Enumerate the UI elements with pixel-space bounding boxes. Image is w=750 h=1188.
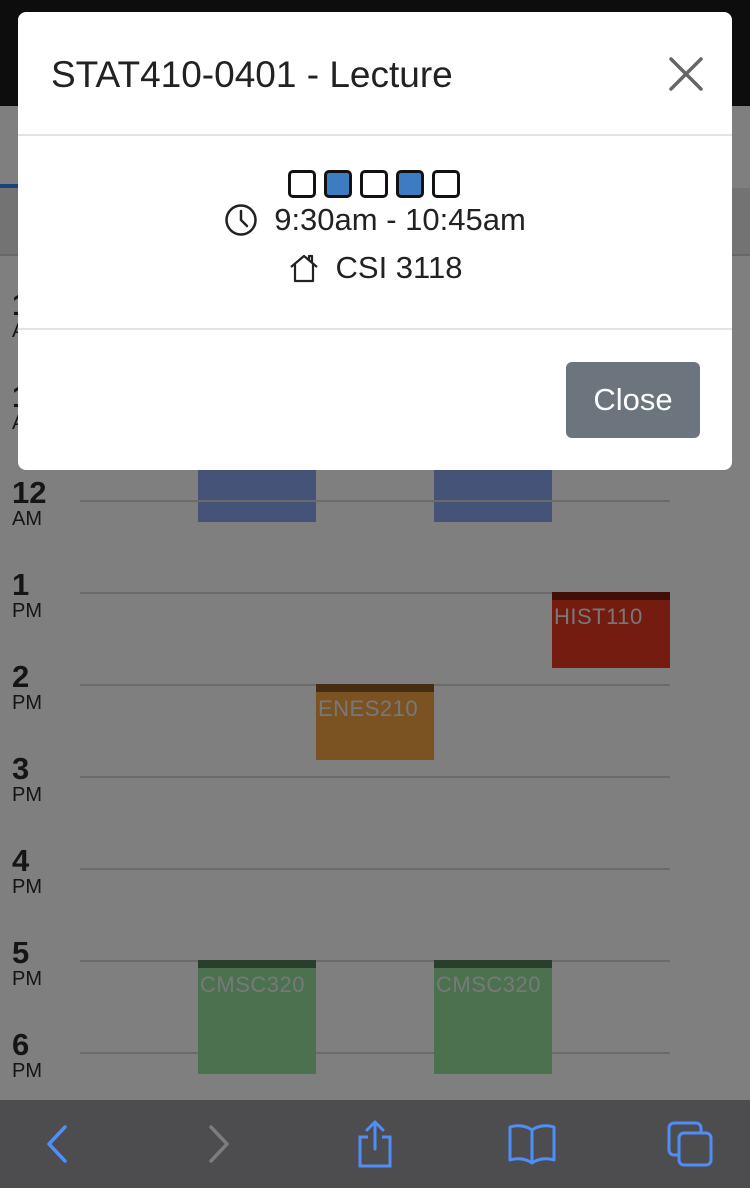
close-button[interactable]: Close [566,362,700,438]
day-indicator [324,170,352,198]
day-indicator [432,170,460,198]
modal-title: STAT410-0401 - Lecture [51,54,453,95]
modal-header: STAT410-0401 - Lecture [18,12,732,136]
meeting-location: CSI 3118 [335,250,463,285]
close-icon[interactable] [668,56,704,92]
day-indicator [288,170,316,198]
tabs-icon[interactable] [664,1118,716,1170]
house-icon [288,252,320,284]
browser-toolbar [0,1100,750,1188]
course-detail-modal: STAT410-0401 - Lecture 9:30am - 10:45am … [18,12,732,470]
modal-footer: Close [18,330,732,468]
modal-body: 9:30am - 10:45am CSI 3118 [18,136,732,330]
meeting-time: 9:30am - 10:45am [274,202,526,237]
forward-icon[interactable] [192,1118,244,1170]
back-icon[interactable] [32,1118,84,1170]
location-row: CSI 3118 [18,250,732,286]
time-row: 9:30am - 10:45am [18,202,732,238]
day-indicator [360,170,388,198]
clock-icon [224,203,258,237]
day-indicator [396,170,424,198]
share-icon[interactable] [349,1118,401,1170]
meeting-days [288,170,460,198]
bookmarks-icon[interactable] [506,1118,558,1170]
